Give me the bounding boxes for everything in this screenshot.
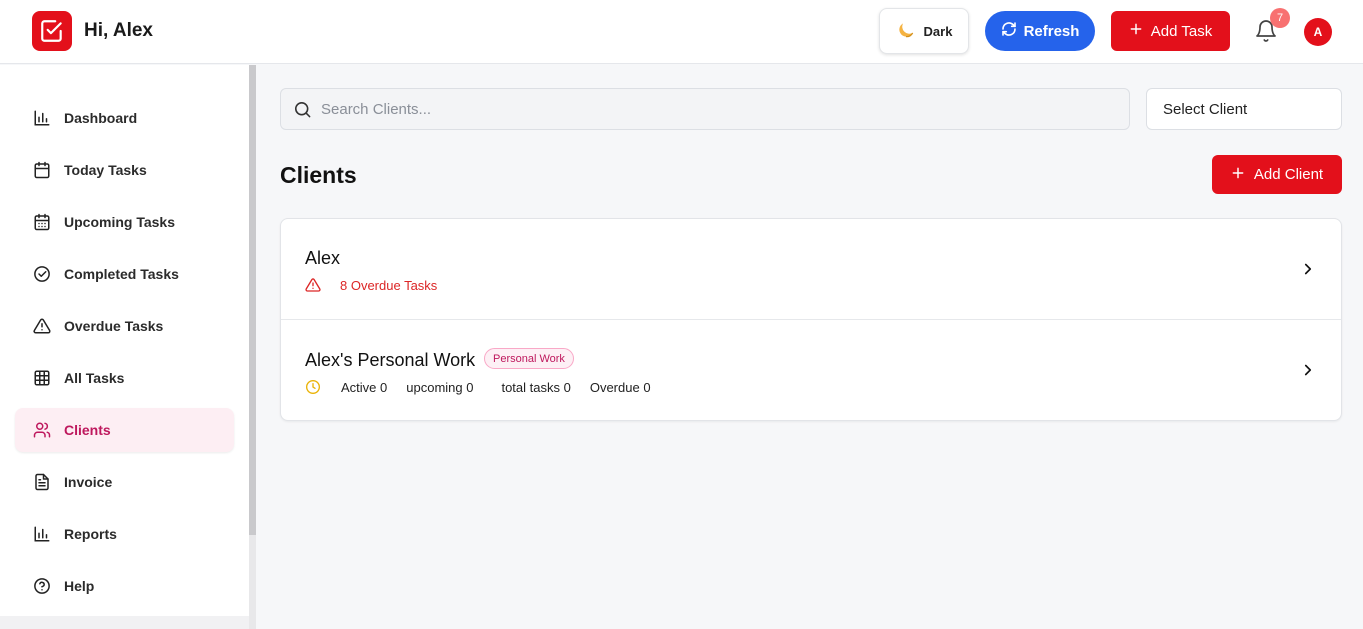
client-stats: Active 0 upcoming 0 total tasks 0 Overdu… [305,379,670,395]
client-name: Alex's Personal Work [305,350,476,370]
sidebar-item-label: Help [64,578,95,594]
total-tasks-count: total tasks 0 [501,379,571,395]
chevron-right-icon[interactable] [1299,361,1317,379]
document-icon [35,473,49,491]
help-circle-icon [34,578,50,594]
client-name: Alex [305,248,341,268]
check-circle-icon [34,266,50,282]
notification-count-badge: 7 [1270,8,1290,28]
sidebar-item-help[interactable]: Help [15,564,234,608]
warning-triangle-icon [33,318,51,334]
sidebar-scrollbar-thumb[interactable] [249,65,256,535]
clients-list: Alex 8 Overdue Tasks Alex's Personal Wor… [280,218,1342,421]
app-logo-icon[interactable] [32,11,72,51]
dark-mode-label: Dark [923,23,953,39]
sidebar-item-label: Today Tasks [64,162,147,178]
clock-icon [306,380,320,394]
client-type-badge: Personal Work [484,348,574,369]
plus-icon [1129,22,1143,40]
sidebar-item-label: Invoice [64,474,113,490]
table-grid-icon [34,370,50,386]
calendar-icon [34,161,50,179]
sidebar-item-today-tasks[interactable]: Today Tasks [15,148,234,192]
search-input[interactable] [321,89,1101,129]
client-row-alex[interactable]: Alex 8 Overdue Tasks [281,219,1341,320]
sidebar-item-label: Upcoming Tasks [64,214,175,230]
sidebar-item-label: Completed Tasks [64,266,179,282]
sidebar-item-clients[interactable]: Clients [15,408,234,452]
sidebar-item-label: Clients [64,422,111,438]
greeting-title: Hi, Alex [84,20,153,41]
plus-icon [1231,166,1245,184]
warning-triangle-icon [305,278,321,292]
bar-chart-icon [34,526,50,542]
sidebar-item-label: Overdue Tasks [64,318,164,334]
user-avatar[interactable]: A [1304,18,1332,46]
search-box[interactable] [280,88,1130,130]
top-header: Hi, Alex Dark Refresh Add Task 7 A [0,0,1363,64]
moon-icon [896,20,916,43]
overdue-count: Overdue 0 [589,379,651,395]
sidebar-item-reports[interactable]: Reports [15,512,234,556]
active-count: Active 0 [341,379,388,395]
chevron-right-icon[interactable] [1299,260,1317,278]
dark-mode-button[interactable]: Dark [879,8,969,54]
sidebar-item-label: All Tasks [64,370,125,386]
sidebar-item-label: Dashboard [64,110,138,126]
sidebar-item-label: Reports [64,526,117,542]
bar-chart-icon [34,110,50,126]
page-title: Clients [280,162,357,188]
sidebar-item-all-tasks[interactable]: All Tasks [15,356,234,400]
sidebar-item-invoice[interactable]: Invoice [15,460,234,504]
add-client-label: Add Client [1253,166,1324,183]
sidebar-item-completed-tasks[interactable]: Completed Tasks [15,252,234,296]
overdue-summary: 8 Overdue Tasks [305,277,437,293]
overdue-count-text: 8 Overdue Tasks [340,277,438,293]
calendar-grid-icon [34,213,50,231]
refresh-label: Refresh [1023,22,1080,40]
client-row-alex-personal-work[interactable]: Alex's Personal Work Personal Work Activ… [281,320,1341,421]
sidebar-footer-strip [0,616,249,629]
sidebar-item-overdue-tasks[interactable]: Overdue Tasks [15,304,234,348]
users-icon [33,422,51,438]
add-task-label: Add Task [1150,22,1213,40]
add-client-button[interactable]: Add Client [1212,155,1342,194]
refresh-icon [1001,21,1017,41]
select-client-dropdown[interactable]: Select Client [1146,88,1342,130]
sidebar-item-dashboard[interactable]: Dashboard [15,96,234,140]
sidebar-item-upcoming-tasks[interactable]: Upcoming Tasks [15,200,234,244]
upcoming-count: upcoming 0 [406,379,474,395]
refresh-button[interactable]: Refresh [985,11,1095,51]
add-task-button[interactable]: Add Task [1111,11,1230,51]
search-icon [294,101,311,118]
